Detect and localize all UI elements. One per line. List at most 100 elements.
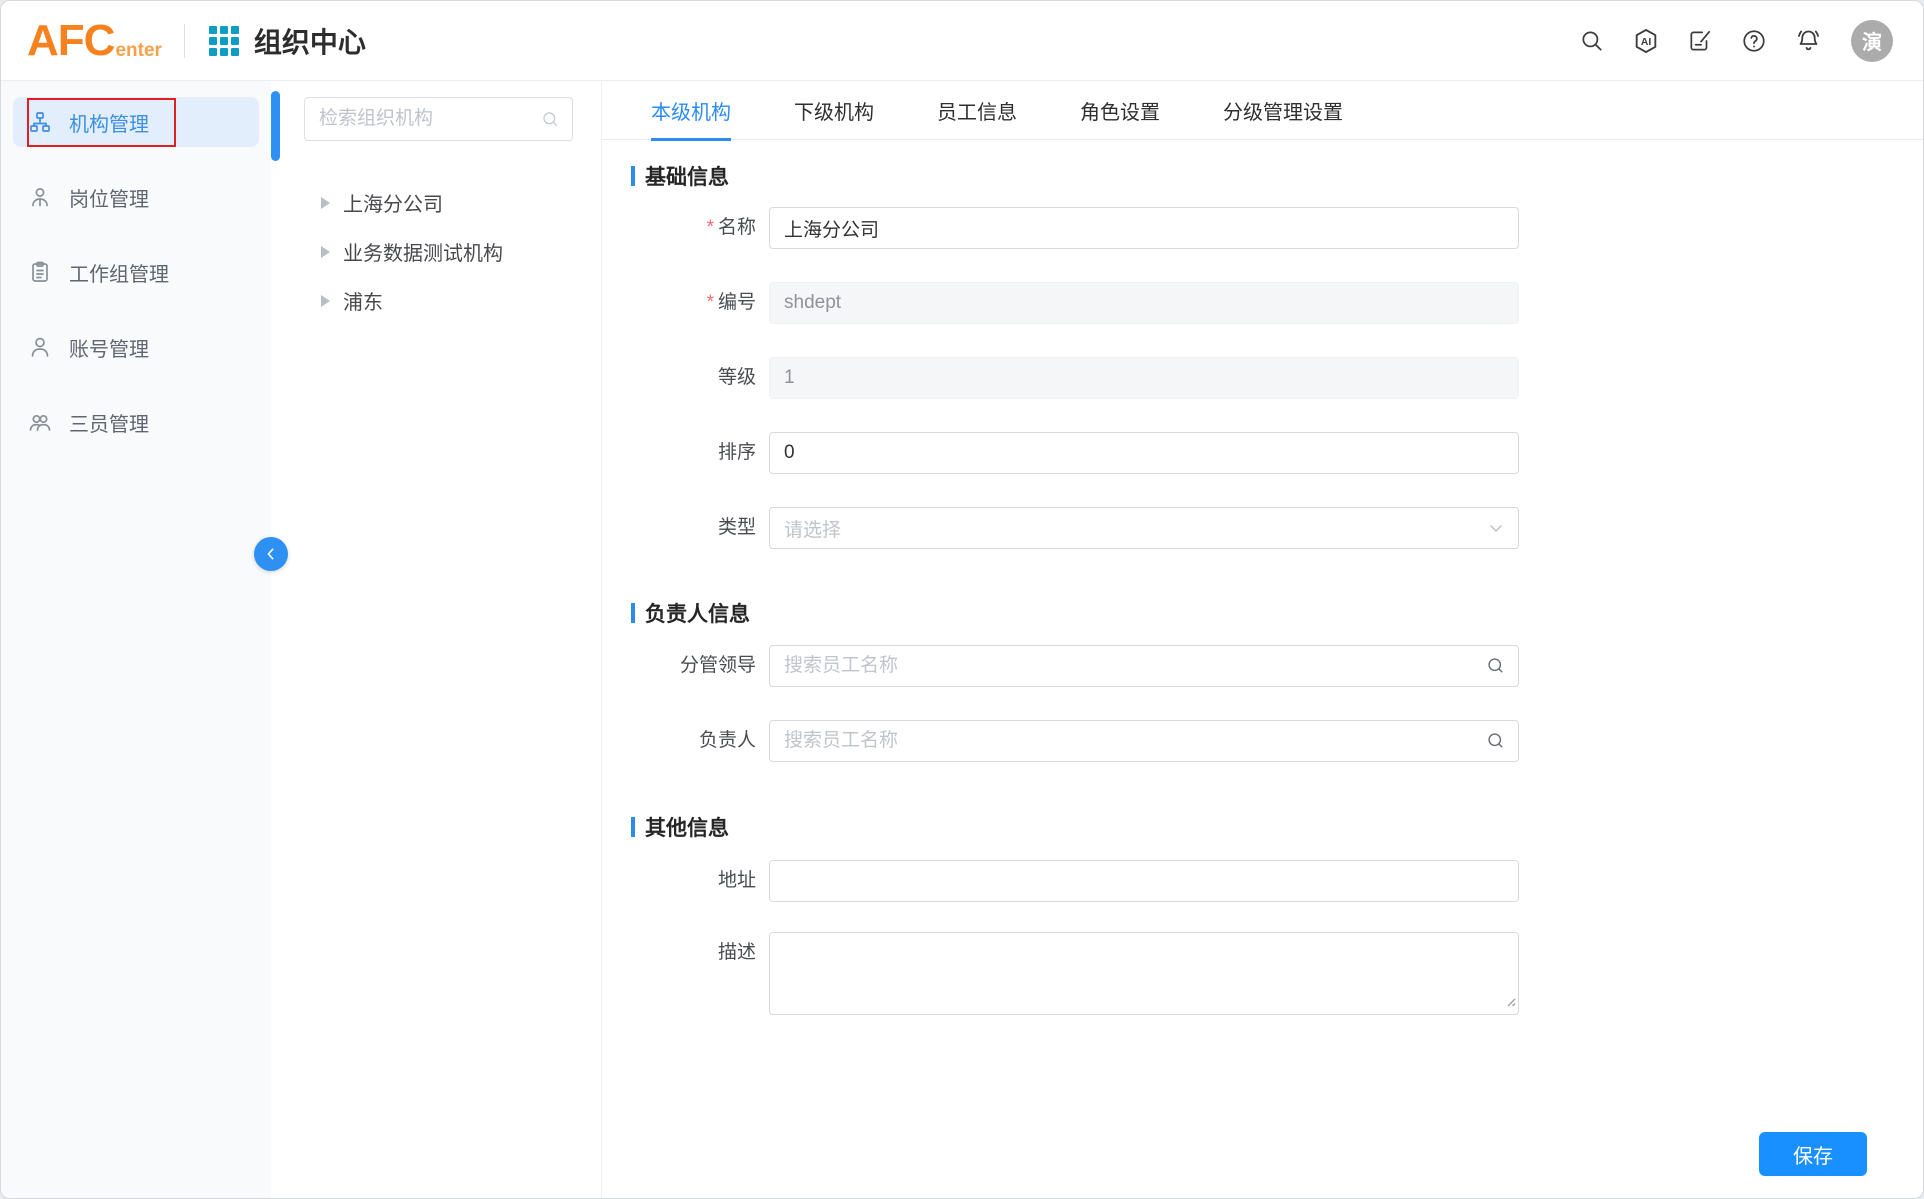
field-row-type: 类型 请选择 xyxy=(602,507,1923,549)
required-marker: * xyxy=(707,217,714,238)
name-input[interactable] xyxy=(769,207,1519,249)
main-body: 机构管理 岗位管理 工作组管理 账号管理 三员管理 xyxy=(1,81,1923,1198)
field-row-leader: 负责人 xyxy=(602,720,1923,762)
svg-text:AI: AI xyxy=(1641,36,1652,48)
code-input xyxy=(769,282,1519,324)
save-button[interactable]: 保存 xyxy=(1759,1132,1867,1176)
description-textarea[interactable] xyxy=(769,932,1519,1015)
tab-role-settings[interactable]: 角色设置 xyxy=(1080,81,1160,140)
content-area: 本级机构 下级机构 员工信息 角色设置 分级管理设置 基础信息 *名称 *编号 xyxy=(602,81,1923,1198)
search-icon[interactable] xyxy=(1486,656,1506,676)
org-tree-list: 上海分公司 业务数据测试机构 浦东 xyxy=(271,178,601,325)
user-avatar[interactable]: 演 xyxy=(1851,20,1893,62)
sidebar-item-three-admin-management[interactable]: 三员管理 xyxy=(13,397,259,447)
supervisor-label: 分管领导 xyxy=(602,645,769,687)
section-accent-bar xyxy=(631,817,635,837)
tree-item-label: 浦东 xyxy=(343,286,383,315)
logo-main-text: AFC xyxy=(27,19,114,63)
tab-sub-org[interactable]: 下级机构 xyxy=(794,81,874,140)
sidebar-item-label: 三员管理 xyxy=(69,408,149,437)
sidebar-item-label: 机构管理 xyxy=(69,108,149,137)
afcenter-logo[interactable]: AFC enter xyxy=(27,19,162,63)
sidebar-item-label: 岗位管理 xyxy=(69,183,149,212)
tree-item[interactable]: 浦东 xyxy=(271,276,601,325)
collapse-panel-button[interactable] xyxy=(254,537,288,571)
sort-label: 排序 xyxy=(602,432,769,474)
field-row-sort: 排序 xyxy=(602,432,1923,474)
tree-item-label: 上海分公司 xyxy=(343,188,443,217)
org-structure-icon xyxy=(28,110,52,134)
field-row-name: *名称 xyxy=(602,207,1923,249)
section-leader-info: 负责人信息 xyxy=(631,598,1923,628)
sidebar-item-org-management[interactable]: 机构管理 xyxy=(13,97,259,147)
expand-caret-icon[interactable] xyxy=(321,197,330,209)
field-row-level: 等级 xyxy=(602,357,1923,399)
name-label: *名称 xyxy=(602,207,769,249)
search-icon[interactable] xyxy=(1486,731,1506,751)
chevron-down-icon xyxy=(1486,518,1506,538)
tab-current-org[interactable]: 本级机构 xyxy=(651,81,731,140)
tab-employee-info[interactable]: 员工信息 xyxy=(937,81,1017,140)
code-label: *编号 xyxy=(602,282,769,324)
tree-item[interactable]: 业务数据测试机构 xyxy=(271,227,601,276)
chevron-left-icon xyxy=(263,546,279,562)
section-accent-bar xyxy=(631,603,635,623)
description-label: 描述 xyxy=(602,932,769,974)
section-accent-bar xyxy=(631,166,635,186)
org-search-box[interactable] xyxy=(304,97,573,141)
group-icon xyxy=(28,410,52,434)
notification-icon[interactable] xyxy=(1793,26,1823,56)
section-title-text: 其他信息 xyxy=(645,812,729,842)
page-title: 组织中心 xyxy=(254,21,366,61)
logo-sub-text: enter xyxy=(115,41,161,60)
section-title-text: 负责人信息 xyxy=(645,598,750,628)
expand-caret-icon[interactable] xyxy=(321,295,330,307)
sidebar-item-label: 账号管理 xyxy=(69,333,149,362)
tree-item-label: 业务数据测试机构 xyxy=(343,237,503,266)
section-title-text: 基础信息 xyxy=(645,161,729,191)
tab-bar: 本级机构 下级机构 员工信息 角色设置 分级管理设置 xyxy=(602,81,1923,140)
level-input xyxy=(769,357,1519,399)
search-icon xyxy=(541,110,560,129)
field-row-description: 描述 xyxy=(602,932,1923,1015)
tree-item[interactable]: 上海分公司 xyxy=(271,178,601,227)
help-icon[interactable] xyxy=(1739,26,1769,56)
supervisor-search-field xyxy=(769,645,1519,687)
sort-input[interactable] xyxy=(769,432,1519,474)
address-label: 地址 xyxy=(602,860,769,902)
org-form: 基础信息 *名称 *编号 等级 排序 xyxy=(602,161,1923,1135)
sidebar-item-position-management[interactable]: 岗位管理 xyxy=(13,172,259,222)
sidebar-nav: 机构管理 岗位管理 工作组管理 账号管理 三员管理 xyxy=(1,81,271,1198)
field-row-address: 地址 xyxy=(602,860,1923,902)
supervisor-search-input[interactable] xyxy=(770,646,1486,686)
section-other-info: 其他信息 xyxy=(631,812,1923,842)
sidebar-item-workgroup-management[interactable]: 工作组管理 xyxy=(13,247,259,297)
type-select-placeholder: 请选择 xyxy=(784,515,1486,542)
header-actions: AI 演 xyxy=(1577,20,1893,62)
compose-icon[interactable] xyxy=(1685,26,1715,56)
tree-scrollbar-thumb[interactable] xyxy=(271,91,280,161)
app-grid-icon[interactable] xyxy=(209,26,239,56)
expand-caret-icon[interactable] xyxy=(321,246,330,258)
section-basic-info: 基础信息 xyxy=(631,161,1923,191)
account-icon xyxy=(28,335,52,359)
leader-search-input[interactable] xyxy=(770,721,1486,761)
tab-hierarchy-settings[interactable]: 分级管理设置 xyxy=(1223,81,1343,140)
search-icon[interactable] xyxy=(1577,26,1607,56)
app-window: AFC enter 组织中心 AI 演 xyxy=(0,0,1924,1199)
required-marker: * xyxy=(707,292,714,313)
ai-icon[interactable]: AI xyxy=(1631,26,1661,56)
leader-search-field xyxy=(769,720,1519,762)
org-search-input[interactable] xyxy=(319,108,541,130)
top-header: AFC enter 组织中心 AI 演 xyxy=(1,1,1923,81)
address-input[interactable] xyxy=(769,860,1519,902)
field-row-supervisor: 分管领导 xyxy=(602,645,1923,687)
header-divider xyxy=(184,24,185,58)
field-row-code: *编号 xyxy=(602,282,1923,324)
level-label: 等级 xyxy=(602,357,769,399)
leader-label: 负责人 xyxy=(602,720,769,762)
type-select[interactable]: 请选择 xyxy=(769,507,1519,549)
sidebar-item-account-management[interactable]: 账号管理 xyxy=(13,322,259,372)
org-tree-panel: 上海分公司 业务数据测试机构 浦东 xyxy=(271,81,602,1198)
type-label: 类型 xyxy=(602,507,769,549)
